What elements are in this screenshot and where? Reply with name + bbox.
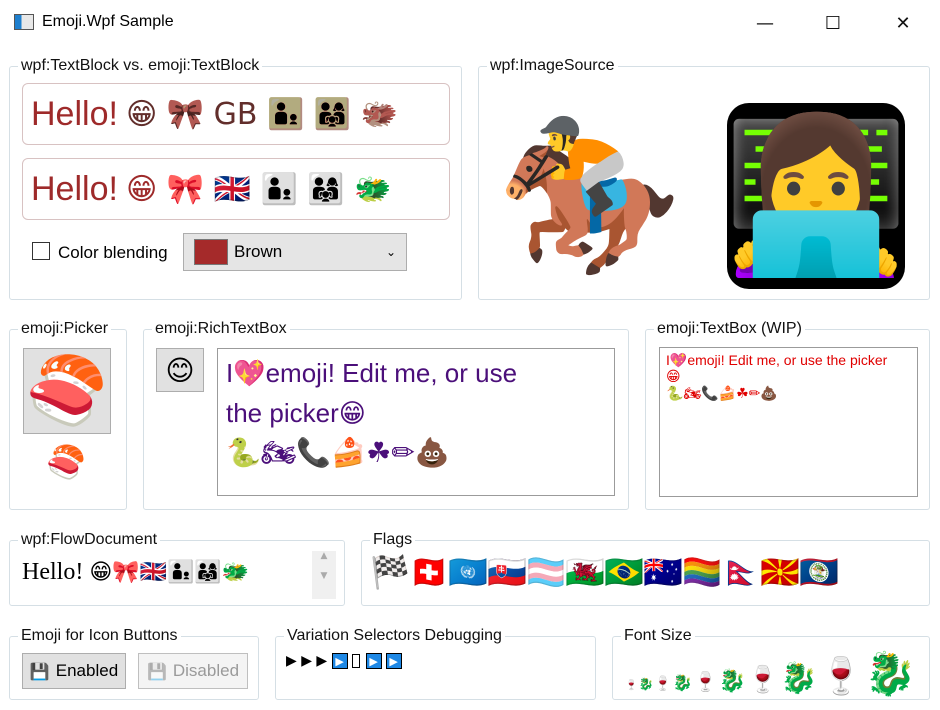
- wine-glass-icon: 🍷: [818, 656, 864, 697]
- minimize-button[interactable]: —: [742, 0, 788, 46]
- variation-group-label: Variation Selectors Debugging: [284, 626, 505, 646]
- flowdocument-content: Hello! 😁🎀🇬🇧👨‍👦👨‍👩‍👧🐲: [22, 559, 249, 586]
- scroll-down-icon[interactable]: ▼: [312, 571, 336, 581]
- chevron-down-icon: ⌄: [385, 245, 396, 259]
- textbox-line-3: 🐍🏍📞🍰☘✏💩: [666, 386, 778, 402]
- flag-icon: 🇺🇳: [448, 553, 488, 591]
- flowdocument-scrollbar[interactable]: ▲ ▼: [312, 551, 336, 599]
- fontsize-group-label: Font Size: [621, 626, 695, 646]
- maximize-button[interactable]: ☐: [810, 0, 856, 46]
- flowdocument-group: wpf:FlowDocument Hello! 😁🎀🇬🇧👨‍👦👨‍👩‍👧🐲 ▲ …: [9, 530, 345, 606]
- disabled-button: 💾 Disabled: [138, 653, 248, 689]
- woman-technologist-image: 👩‍💻: [723, 103, 909, 289]
- fontsize-row: 🍷🐉🍷🐉🍷🐉🍷🐉🍷🐉: [625, 653, 918, 695]
- enabled-button[interactable]: 💾 Enabled: [22, 653, 126, 689]
- flowdocument-group-label: wpf:FlowDocument: [18, 530, 161, 550]
- picker-group: emoji:Picker 🍣 🍣: [9, 319, 127, 510]
- variation-group: Variation Selectors Debugging ▶ ▶ ▶ ▶ ▶ ▶: [275, 626, 596, 700]
- wine-glass-icon: 🍷: [693, 671, 718, 693]
- richtextbox-group: emoji:RichTextBox 😊 I💖emoji! Edit me, or…: [143, 319, 629, 510]
- enabled-button-label: Enabled: [55, 661, 119, 680]
- wine-glass-icon: 🍷: [625, 680, 638, 691]
- iconbuttons-group-label: Emoji for Icon Buttons: [18, 626, 181, 646]
- color-combo-value: Brown: [234, 242, 283, 261]
- flag-icon: 🇧🇷: [604, 553, 644, 591]
- flag-icon: 🏴󠁧󠁢󠁷󠁬󠁳󠁿: [565, 553, 605, 591]
- dragon-icon: 🐉: [780, 661, 818, 696]
- wine-glass-icon: 🍷: [654, 676, 672, 692]
- play-button-icon: ▶: [331, 653, 348, 669]
- textbox-group-label: emoji:TextBox (WIP): [654, 319, 805, 339]
- flags-group: Flags 🏁🇨🇭🇺🇳🇸🇰🏳️‍⚧️🏴󠁧󠁢󠁷󠁬󠁳󠁿🇧🇷🇦🇺🏳️‍🌈🇳🇵🇲🇰🇧🇿: [361, 530, 930, 606]
- textbox-group: emoji:TextBox (WIP) I💖emoji! Edit me, or…: [645, 319, 930, 510]
- textblock-group-label: wpf:TextBlock vs. emoji:TextBlock: [18, 56, 263, 76]
- disabled-button-label: Disabled: [172, 661, 240, 680]
- save-icon: 💾: [146, 661, 167, 681]
- flag-icon: 🏳️‍🌈: [682, 553, 722, 591]
- picker-group-label: emoji:Picker: [18, 319, 112, 339]
- flag-icon: 🏳️‍⚧️: [526, 553, 566, 591]
- variation-content: ▶ ▶ ▶ ▶ ▶ ▶: [286, 653, 406, 669]
- richtextbox-line-3: 🐍🏍📞🍰☘✏💩: [226, 436, 450, 469]
- flags-row: 🏁🇨🇭🇺🇳🇸🇰🏳️‍⚧️🏴󠁧󠁢󠁷󠁬󠁳󠁿🇧🇷🇦🇺🏳️‍🌈🇳🇵🇲🇰🇧🇿: [370, 553, 839, 591]
- color-combo[interactable]: Brown ⌄: [183, 233, 407, 271]
- imagesource-group-label: wpf:ImageSource: [487, 56, 618, 76]
- color-blending-checkbox[interactable]: [32, 242, 50, 260]
- flag-icon: 🇸🇰: [487, 553, 527, 591]
- dragon-icon: 🐉: [638, 677, 654, 691]
- wpf-textblock-emojis: 😁 🎀 GB 👨‍👦 👨‍👩‍👧 🐲: [125, 96, 399, 132]
- emoji-picker-button[interactable]: 🍣: [23, 348, 111, 434]
- flags-group-label: Flags: [370, 530, 416, 550]
- scroll-up-icon[interactable]: ▲: [312, 551, 336, 561]
- imagesource-group: wpf:ImageSource 🏇 👩‍💻: [478, 56, 930, 300]
- horse-racing-image: 🏇: [495, 109, 683, 283]
- iconbuttons-group: Emoji for Icon Buttons 💾 Enabled 💾 Disab…: [9, 626, 259, 700]
- play-button-icon: ▶: [365, 653, 382, 669]
- save-icon: 💾: [29, 661, 50, 681]
- fontsize-group: Font Size 🍷🐉🍷🐉🍷🐉🍷🐉🍷🐉: [612, 626, 930, 700]
- flag-icon: 🇨🇭: [409, 553, 449, 591]
- flag-icon: 🇲🇰: [760, 553, 800, 591]
- emoji-richtextbox[interactable]: I💖emoji! Edit me, or use the picker😁 🐍🏍📞…: [217, 348, 615, 496]
- title-bar: Emoji.Wpf Sample — ☐ ✕: [0, 0, 940, 46]
- flag-icon: 🇧🇿: [799, 553, 839, 591]
- picked-emoji-preview: 🍣: [46, 443, 86, 481]
- close-button[interactable]: ✕: [880, 0, 926, 46]
- flag-icon: 🏁: [370, 553, 410, 591]
- flag-icon: 🇳🇵: [721, 553, 761, 591]
- play-button-icon: ▶: [385, 653, 402, 669]
- richtextbox-group-label: emoji:RichTextBox: [152, 319, 290, 339]
- emoji-textblock-emojis: 😁 🎀 🇬🇧 👨‍👦 👨‍👩‍👧 🐲: [125, 171, 392, 207]
- color-blending-label: Color blending: [58, 243, 168, 262]
- flag-icon: 🇦🇺: [643, 553, 683, 591]
- window-title: Emoji.Wpf Sample: [42, 13, 174, 30]
- app-icon: [14, 14, 34, 30]
- textbox-line-2: 😁: [666, 369, 681, 385]
- color-swatch: [194, 239, 228, 265]
- missing-glyph-icon: [351, 654, 360, 668]
- textblock-group: wpf:TextBlock vs. emoji:TextBlock Hello!…: [9, 56, 462, 300]
- dragon-icon: 🐉: [718, 669, 746, 694]
- wine-glass-icon: 🍷: [746, 665, 780, 695]
- dragon-icon: 🐉: [672, 673, 693, 692]
- flowdocument-emojis: 😁🎀🇬🇧👨‍👦👨‍👩‍👧🐲: [89, 560, 250, 585]
- wpf-textblock-text: Hello!: [31, 94, 118, 133]
- richtextbox-line-2: the picker😁: [226, 398, 366, 428]
- wpf-textblock: Hello! 😁 🎀 GB 👨‍👦 👨‍👩‍👧 🐲: [22, 83, 450, 145]
- emoji-textblock-text: Hello!: [31, 169, 118, 208]
- flowdocument-text: Hello!: [22, 559, 84, 585]
- textbox-line-1: I💖emoji! Edit me, or use the picker: [666, 352, 888, 368]
- richtextbox-line-1: I💖emoji! Edit me, or use: [226, 358, 518, 388]
- emoji-textbox[interactable]: I💖emoji! Edit me, or use the picker 😁 🐍🏍…: [659, 347, 918, 497]
- richtextbox-picker-button[interactable]: 😊: [156, 348, 204, 392]
- variation-text: ▶ ▶ ▶: [286, 653, 328, 669]
- emoji-textblock: Hello! 😁 🎀 🇬🇧 👨‍👦 👨‍👩‍👧 🐲: [22, 158, 450, 220]
- dragon-icon: 🐉: [864, 649, 917, 698]
